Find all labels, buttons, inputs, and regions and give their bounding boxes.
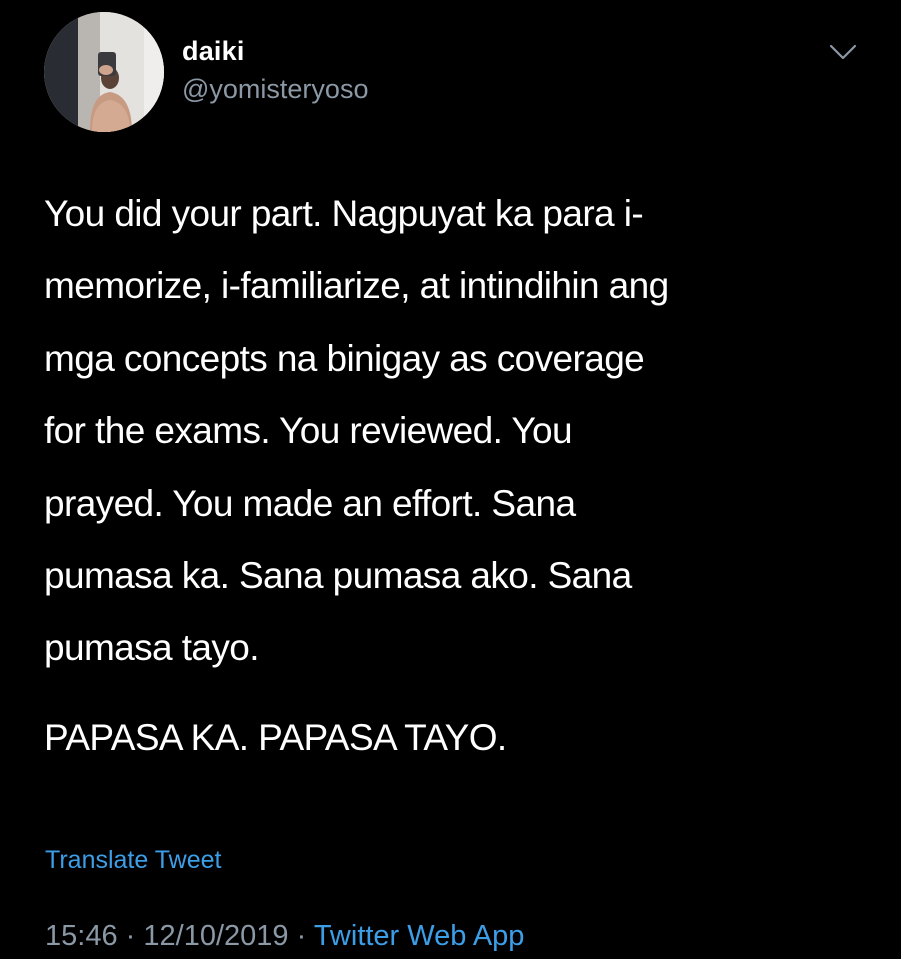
avatar-photo — [44, 12, 164, 132]
meta-separator: · — [125, 920, 136, 952]
tweet-detail: daiki @yomisteryoso You did your part. N… — [0, 0, 901, 959]
chevron-down-icon[interactable] — [826, 40, 860, 64]
tweet-text-line: pumasa ka. Sana pumasa ako. Sana — [44, 555, 632, 597]
tweet-time[interactable]: 15:46 — [45, 920, 118, 952]
tweet-text-line: for the exams. You reviewed. You — [44, 410, 573, 452]
tweet-text-line: prayed. You made an effort. Sana — [44, 482, 576, 524]
tweet-text-line: pumasa tayo. — [44, 627, 260, 669]
tweet-text-line: mga concepts na binigay as coverage — [44, 337, 645, 379]
avatar[interactable] — [44, 12, 164, 132]
tweet-date[interactable]: 12/10/2019 — [143, 920, 288, 952]
translate-tweet-link[interactable]: Translate Tweet — [45, 842, 221, 878]
tweet-header: daiki @yomisteryoso — [44, 12, 368, 132]
tweet-text: You did your part. Nagpuyat ka para i- m… — [44, 178, 864, 774]
user-handle[interactable]: @yomisteryoso — [182, 72, 368, 106]
meta-separator: · — [296, 920, 307, 952]
tweet-text-line: memorize, i-familiarize, at intindihin a… — [44, 265, 669, 307]
user-names: daiki @yomisteryoso — [182, 34, 368, 106]
display-name[interactable]: daiki — [182, 34, 368, 68]
tweet-text-line: You did your part. Nagpuyat ka para i- — [44, 193, 644, 234]
tweet-text-closing: PAPASA KA. PAPASA TAYO. — [44, 716, 507, 758]
tweet-meta: 15:46 · 12/10/2019 · Twitter Web App — [45, 916, 524, 956]
source-app-link[interactable]: Twitter Web App — [314, 920, 525, 952]
